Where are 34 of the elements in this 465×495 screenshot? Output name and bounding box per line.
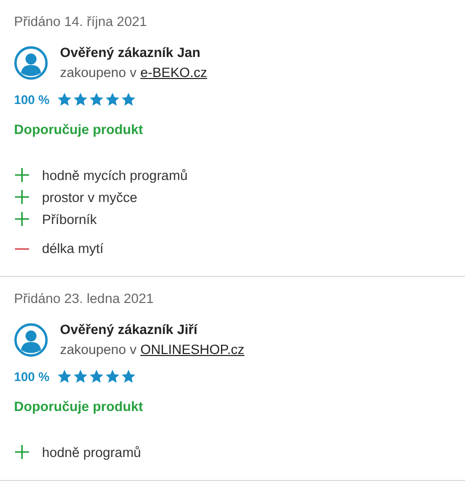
review-date: Přidáno 14. října 2021: [14, 14, 148, 29]
star-icon: [57, 92, 72, 107]
star-icon: [73, 369, 88, 384]
author-name: Ověřený zákazník Jiří: [60, 322, 199, 337]
star-icon: [57, 369, 72, 384]
star-icon: [105, 92, 120, 107]
shop-link[interactable]: e-BEKO.cz: [140, 65, 208, 80]
star-icon: [105, 369, 120, 384]
pro-text: prostor v myčce: [42, 190, 138, 204]
con-text: délka mytí: [42, 241, 104, 256]
rating-percent: 100 %: [14, 370, 50, 384]
plus-icon: [14, 444, 30, 460]
recommendation-text: Doporučuje produkt: [14, 399, 144, 414]
pro-text: hodně mycích programů: [42, 168, 188, 182]
pro-text: Příborník: [42, 212, 97, 226]
rating-percent: 100 %: [14, 92, 50, 106]
plus-icon: [14, 189, 30, 205]
shop-link[interactable]: ONLINESHOP.cz: [140, 342, 244, 357]
avatar-icon: [14, 322, 48, 356]
author-name: Ověřený zákazník Jan: [60, 45, 202, 60]
star-icon: [121, 369, 136, 384]
minus-icon: [15, 248, 29, 250]
review-date: Přidáno 23. ledna 2021: [14, 291, 155, 306]
avatar-icon: [14, 46, 48, 80]
pro-text: hodně programů: [42, 444, 142, 460]
recommendation-text: Doporučuje produkt: [14, 122, 144, 137]
plus-icon: [14, 167, 30, 183]
purchase-text: zakoupeno v: [60, 342, 137, 357]
star-icon: [73, 92, 88, 107]
plus-icon: [14, 211, 30, 227]
purchase-text: zakoupeno v: [60, 65, 137, 80]
star-icon: [89, 369, 104, 384]
star-icon: [89, 92, 104, 107]
star-icon: [121, 92, 136, 107]
